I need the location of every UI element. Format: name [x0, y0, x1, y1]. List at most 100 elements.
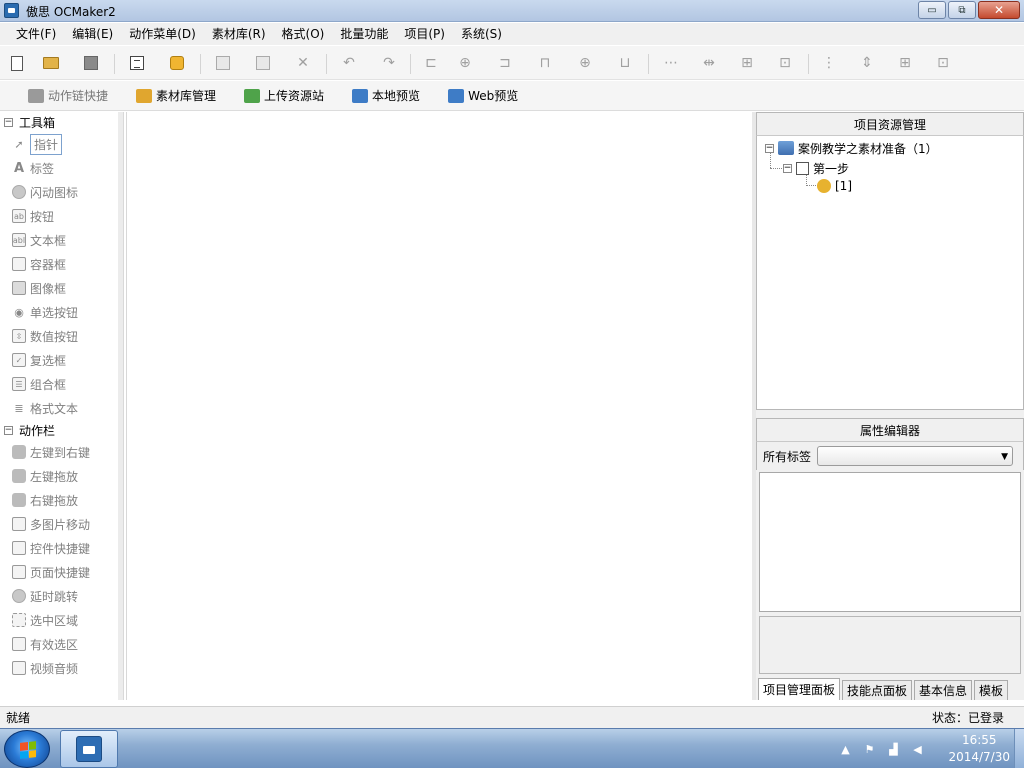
- tab-skill-points[interactable]: 技能点面板: [842, 680, 913, 700]
- volume-icon[interactable]: ◀: [910, 742, 924, 756]
- drag-icon: [12, 469, 26, 483]
- properties-title: 属性编辑器: [859, 423, 920, 438]
- menu-project[interactable]: 项目(P): [396, 23, 453, 45]
- open-folder-icon[interactable]: [42, 54, 60, 72]
- new-file-icon[interactable]: [8, 54, 26, 72]
- menu-batch[interactable]: 批量功能: [332, 23, 396, 45]
- maximize-button[interactable]: ⧉: [948, 1, 976, 19]
- project-panel-header: 项目资源管理: [756, 112, 1024, 136]
- tool-checkbox[interactable]: ✓ 复选框: [0, 348, 123, 372]
- copy-icon[interactable]: [214, 54, 232, 72]
- align-middle-icon[interactable]: ⊕: [576, 54, 594, 72]
- local-preview-button[interactable]: 本地预览: [352, 87, 420, 104]
- minimize-button[interactable]: ▭: [918, 1, 946, 19]
- tool-spinner[interactable]: ⇳ 数值按钮: [0, 324, 123, 348]
- action-control-shortcut[interactable]: 控件快捷键: [0, 536, 123, 560]
- space-v-icon[interactable]: ⋮: [820, 54, 838, 72]
- save-icon[interactable]: [82, 54, 100, 72]
- space-h-decrease-icon[interactable]: ⊞: [738, 54, 756, 72]
- align-top-icon[interactable]: ⊓: [536, 54, 554, 72]
- monitor-icon: [352, 88, 369, 103]
- action-select-area[interactable]: 选中区域: [0, 608, 123, 632]
- tool-radio[interactable]: ◉ 单选按钮: [0, 300, 123, 324]
- action-right-drag[interactable]: 右键拖放: [0, 488, 123, 512]
- tool-combobox[interactable]: ☰ 组合框: [0, 372, 123, 396]
- tool-pointer[interactable]: ➚ 指针: [0, 132, 123, 156]
- space-h-icon[interactable]: ⋯: [662, 54, 680, 72]
- upload-label: 上传资源站: [264, 89, 325, 103]
- space-h-remove-icon[interactable]: ⊡: [776, 54, 794, 72]
- space-v-increase-icon[interactable]: ⇕: [858, 54, 876, 72]
- start-button[interactable]: [4, 730, 50, 768]
- align-left-icon[interactable]: ⊏: [422, 54, 440, 72]
- puzzle-icon[interactable]: [168, 54, 186, 72]
- align-bottom-icon[interactable]: ⊔: [616, 54, 634, 72]
- library-manage-button[interactable]: 素材库管理: [136, 87, 216, 104]
- properties-grid[interactable]: [759, 472, 1021, 612]
- space-v-decrease-icon[interactable]: ⊞: [896, 54, 914, 72]
- tool-button[interactable]: ab 按钮: [0, 204, 123, 228]
- design-canvas[interactable]: [126, 112, 752, 700]
- menu-edit[interactable]: 编辑(E): [64, 23, 121, 45]
- frame-icon[interactable]: [128, 54, 146, 72]
- tool-label-control[interactable]: A 标签: [0, 156, 123, 180]
- action-delay-jump[interactable]: 延时跳转: [0, 584, 123, 608]
- tree-leaf[interactable]: [1]: [817, 178, 852, 194]
- tab-project-manage[interactable]: 项目管理面板: [758, 678, 841, 700]
- tree-step[interactable]: − 第一步: [783, 160, 849, 176]
- close-button[interactable]: ✕: [978, 1, 1020, 19]
- action-valid-area[interactable]: 有效选区: [0, 632, 123, 656]
- toolbox-scrollbar[interactable]: [118, 112, 123, 700]
- align-center-icon[interactable]: ⊕: [456, 54, 474, 72]
- network-icon[interactable]: ▟: [886, 742, 900, 756]
- space-v-remove-icon[interactable]: ⊡: [934, 54, 952, 72]
- show-hidden-icons-icon[interactable]: ▲: [838, 742, 852, 756]
- show-desktop-button[interactable]: [1014, 729, 1024, 768]
- menu-file[interactable]: 文件(F): [8, 23, 64, 45]
- menu-format[interactable]: 格式(O): [274, 23, 333, 45]
- actionbar-header[interactable]: − 动作栏: [0, 420, 123, 440]
- action-page-shortcut[interactable]: 页面快捷键: [0, 560, 123, 584]
- collapse-icon[interactable]: −: [765, 143, 774, 153]
- action-label: 右键拖放: [30, 493, 79, 508]
- properties-filter-select[interactable]: ▼: [817, 446, 1014, 466]
- toolbox-title: 工具箱: [19, 115, 56, 130]
- tree-root[interactable]: − 案例教学之素材准备（1）: [765, 140, 938, 156]
- tool-image[interactable]: 图像框: [0, 276, 123, 300]
- align-right-icon[interactable]: ⊐: [496, 54, 514, 72]
- tool-textbox[interactable]: abl 文本框: [0, 228, 123, 252]
- space-h-increase-icon[interactable]: ⇹: [700, 54, 718, 72]
- toolbox-header[interactable]: − 工具箱: [0, 112, 123, 132]
- menu-action[interactable]: 动作菜单(D): [121, 23, 204, 45]
- tab-template[interactable]: 模板: [974, 680, 1009, 700]
- toolbar-separator: [808, 54, 809, 74]
- action-multi-image[interactable]: 多图片移动: [0, 512, 123, 536]
- tree-step-label: 第一步: [813, 161, 850, 176]
- taskbar-app-ocmaker[interactable]: [60, 730, 118, 768]
- action-media[interactable]: 视频音频: [0, 656, 123, 680]
- right-drag-icon: [12, 493, 26, 507]
- delete-icon[interactable]: ✕: [294, 54, 312, 72]
- paste-icon[interactable]: [254, 54, 272, 72]
- clock[interactable]: 16:55 2014/7/30: [934, 732, 1010, 766]
- clock-date: 2014/7/30: [948, 750, 1010, 764]
- upload-button[interactable]: 上传资源站: [244, 87, 324, 104]
- redo-icon[interactable]: ↷: [380, 54, 398, 72]
- action-left-drag[interactable]: 左键拖放: [0, 464, 123, 488]
- menu-system[interactable]: 系统(S): [453, 23, 510, 45]
- tool-flash-icon[interactable]: 闪动图标: [0, 180, 123, 204]
- tab-basic-info[interactable]: 基本信息: [914, 680, 973, 700]
- collapse-icon[interactable]: −: [4, 425, 13, 435]
- collapse-icon[interactable]: −: [4, 117, 13, 127]
- tool-label: 指针: [30, 133, 63, 155]
- action-center-icon[interactable]: ⚑: [862, 742, 876, 756]
- web-preview-button[interactable]: Web预览: [448, 87, 518, 104]
- action-left-to-right[interactable]: 左键到右键: [0, 440, 123, 464]
- tool-container[interactable]: 容器框: [0, 252, 123, 276]
- collapse-icon[interactable]: −: [783, 163, 792, 173]
- gear-icon: [817, 179, 831, 193]
- undo-icon[interactable]: ↶: [340, 54, 358, 72]
- tool-richtext[interactable]: ≣ 格式文本: [0, 396, 123, 420]
- chain-shortcut-button[interactable]: 动作链快捷: [28, 87, 108, 104]
- menu-library[interactable]: 素材库(R): [204, 23, 274, 45]
